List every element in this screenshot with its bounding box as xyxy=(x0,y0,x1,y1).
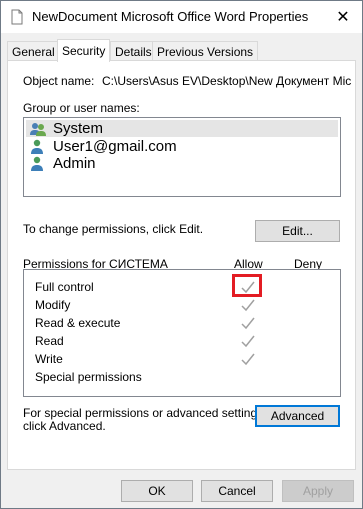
window-title: NewDocument Microsoft Office Word Proper… xyxy=(32,9,309,24)
list-item-label: User1@gmail.com xyxy=(53,138,177,155)
list-item-label: System xyxy=(53,120,104,137)
permission-full-control: Full control xyxy=(35,280,94,294)
advanced-text-line-1: For special permissions or advanced sett… xyxy=(23,406,267,420)
highlight-box xyxy=(232,274,262,297)
close-button[interactable]: ✕ xyxy=(324,1,362,33)
user-icon xyxy=(31,139,43,154)
allow-check-icon xyxy=(241,317,255,330)
permission-write: Write xyxy=(35,352,63,366)
cancel-button[interactable]: Cancel xyxy=(201,480,273,502)
user-icon xyxy=(31,156,43,171)
permission-special: Special permissions xyxy=(35,370,142,384)
allow-check-icon xyxy=(241,335,255,348)
users-group-icon xyxy=(30,122,46,136)
tab-details[interactable]: Details xyxy=(110,41,157,61)
list-item-label: Admin xyxy=(53,155,96,172)
user-list[interactable]: System User1@gmail.com Admin xyxy=(23,117,341,197)
apply-button[interactable]: Apply xyxy=(282,480,354,502)
security-panel: Object name: C:\Users\Asus EV\Desktop\Ne… xyxy=(7,60,356,470)
tab-general[interactable]: General xyxy=(7,41,60,61)
allow-check-icon xyxy=(241,353,255,366)
permission-read: Read xyxy=(35,334,64,348)
list-item[interactable]: Admin xyxy=(26,155,338,172)
tab-strip: General Security Details Previous Versio… xyxy=(7,39,357,62)
permission-read-execute: Read & execute xyxy=(35,316,121,330)
close-icon: ✕ xyxy=(336,9,350,26)
object-name-value: C:\Users\Asus EV\Desktop\New Документ Mi… xyxy=(102,74,352,88)
edit-button[interactable]: Edit... xyxy=(255,220,340,242)
change-permissions-text: To change permissions, click Edit. xyxy=(23,222,204,236)
list-item[interactable]: System xyxy=(26,120,338,137)
groups-label: Group or user names: xyxy=(23,101,140,115)
title-bar[interactable]: NewDocument Microsoft Office Word Proper… xyxy=(1,1,362,33)
tab-security[interactable]: Security xyxy=(57,39,111,62)
object-name-label: Object name: xyxy=(23,74,95,88)
advanced-button[interactable]: Advanced xyxy=(255,405,340,427)
tab-previous-versions[interactable]: Previous Versions xyxy=(152,41,259,61)
list-item[interactable]: User1@gmail.com xyxy=(26,138,338,155)
properties-window: NewDocument Microsoft Office Word Proper… xyxy=(0,0,363,509)
document-icon xyxy=(11,9,23,25)
ok-button[interactable]: OK xyxy=(121,480,193,502)
permissions-list: Full control Modify Read & execute Read … xyxy=(23,269,341,397)
advanced-text-line-2: click Advanced. xyxy=(23,419,106,433)
permission-modify: Modify xyxy=(35,298,71,312)
allow-check-icon xyxy=(241,299,255,312)
